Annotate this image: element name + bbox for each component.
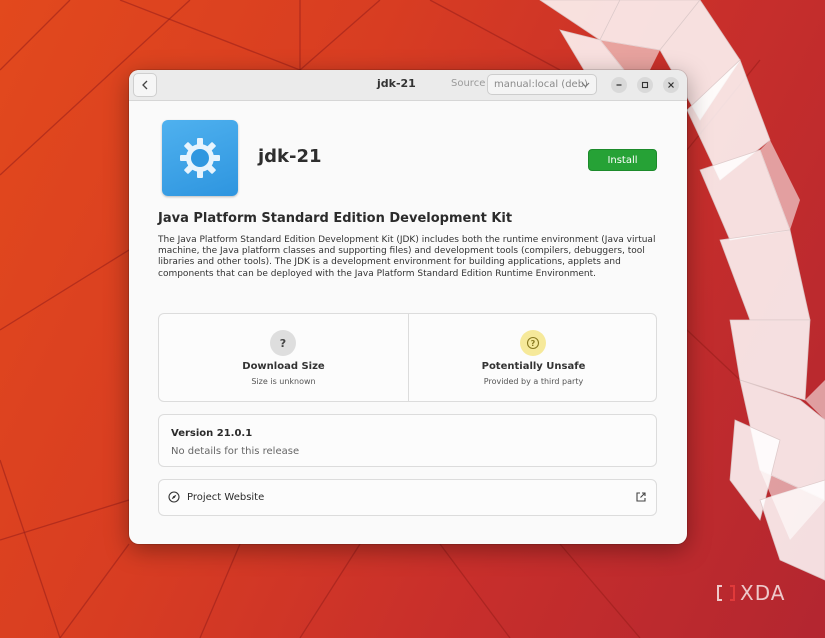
header-bar: jdk-21 Source manual:local (deb) — [129, 70, 687, 101]
project-website-label: Project Website — [187, 492, 265, 503]
source-dropdown[interactable]: manual:local (deb) — [487, 74, 597, 95]
maximize-button[interactable] — [637, 77, 653, 93]
close-icon — [668, 82, 674, 88]
app-icon — [162, 120, 238, 196]
version-details: No details for this release — [171, 446, 300, 457]
download-size-title: Download Size — [242, 361, 325, 372]
question-circle-icon: ? — [526, 336, 540, 350]
maximize-icon — [641, 81, 649, 89]
version-title: Version 21.0.1 — [171, 428, 253, 439]
context-tiles: ? Download Size Size is unknown ? Potent… — [158, 313, 657, 402]
project-website-row[interactable]: Project Website — [158, 479, 657, 516]
download-size-subtitle: Size is unknown — [251, 377, 316, 386]
xda-logo-icon — [717, 585, 735, 601]
safety-title: Potentially Unsafe — [481, 361, 586, 372]
version-info: Version 21.0.1 No details for this relea… — [158, 414, 657, 467]
source-dropdown-value: manual:local (deb) — [494, 79, 588, 90]
install-button[interactable]: Install — [588, 149, 657, 171]
app-description: The Java Platform Standard Edition Devel… — [158, 235, 656, 279]
app-summary: Java Platform Standard Edition Developme… — [158, 211, 513, 226]
xda-watermark: XDA — [716, 581, 785, 605]
compass-icon — [168, 491, 180, 503]
question-mark: ? — [531, 339, 536, 348]
source-label: Source — [451, 78, 486, 89]
xda-watermark-text: XDA — [740, 581, 786, 605]
minimize-button[interactable] — [611, 77, 627, 93]
external-link-icon — [636, 492, 646, 502]
gear-icon — [180, 138, 220, 178]
download-size-tile[interactable]: ? Download Size Size is unknown — [159, 314, 409, 401]
window-title: jdk-21 — [377, 77, 416, 90]
app-details-window: jdk-21 Source manual:local (deb) jdk-21 … — [129, 70, 687, 544]
chevron-down-icon — [581, 82, 590, 88]
minimize-icon — [616, 84, 622, 86]
question-icon: ? — [270, 330, 296, 356]
close-button[interactable] — [663, 77, 679, 93]
app-name: jdk-21 — [258, 146, 322, 167]
safety-subtitle: Provided by a third party — [483, 377, 584, 386]
desktop: jdk-21 Source manual:local (deb) jdk-21 … — [0, 0, 825, 638]
chevron-left-icon — [142, 80, 148, 90]
back-button[interactable] — [133, 73, 157, 97]
warning-question-icon: ? — [520, 330, 546, 356]
safety-tile[interactable]: ? Potentially Unsafe Provided by a third… — [409, 314, 658, 401]
